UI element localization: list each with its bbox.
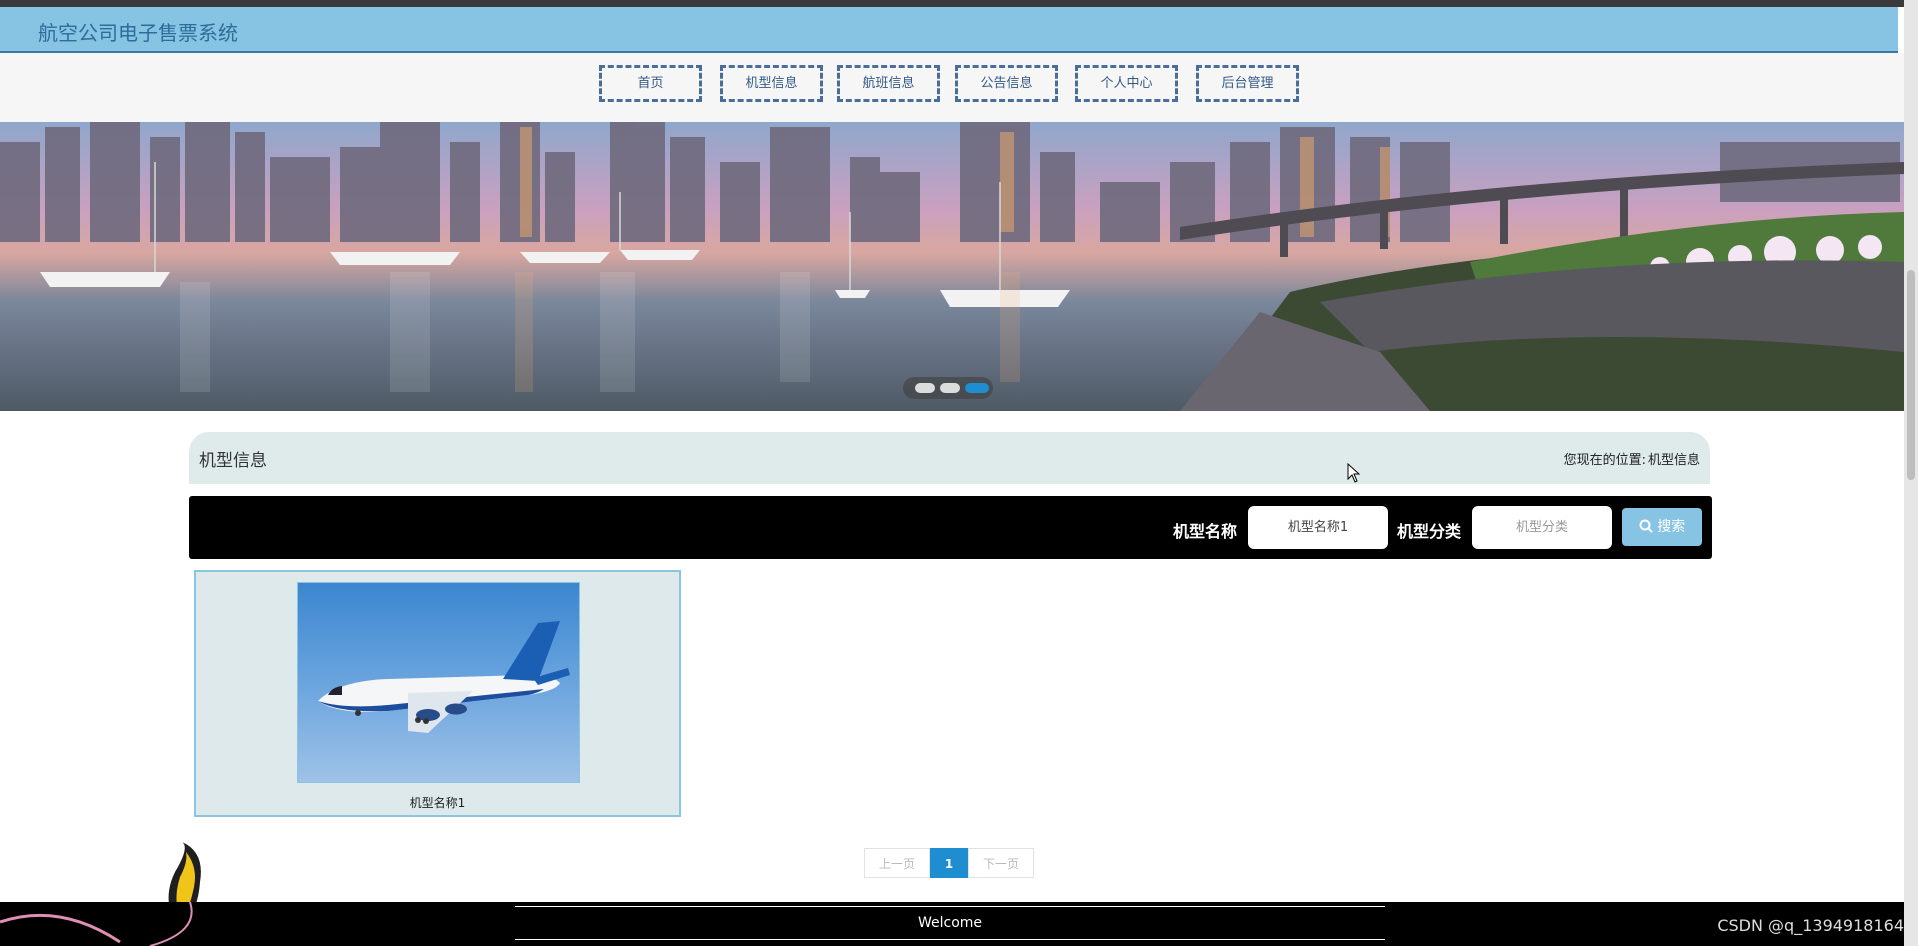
search-icon — [1639, 519, 1653, 533]
carousel-dot-2[interactable] — [940, 383, 960, 393]
nav-item-admin[interactable]: 后台管理 — [1196, 65, 1299, 102]
nav-item-aircraft-info[interactable]: 机型信息 — [720, 65, 823, 102]
carousel-indicators — [903, 377, 993, 399]
airplane-icon — [318, 621, 570, 733]
welcome-text: Welcome — [515, 906, 1385, 940]
page-1-button[interactable]: 1 — [930, 848, 968, 878]
aircraft-name-input[interactable]: 机型名称1 — [1248, 506, 1388, 549]
search-button[interactable]: 搜索 — [1622, 508, 1702, 546]
carousel-dot-1[interactable] — [915, 383, 935, 393]
search-bar: 机型名称 机型名称1 机型分类 机型分类 搜索 — [189, 496, 1712, 559]
airplane-image[interactable] — [297, 582, 580, 783]
next-page-button[interactable]: 下一页 — [968, 848, 1034, 878]
nav-item-flight-info[interactable]: 航班信息 — [837, 65, 940, 102]
breadcrumb-current[interactable]: 机型信息 — [1648, 453, 1700, 468]
top-strip — [0, 0, 1918, 7]
page-scrollbar[interactable] — [1904, 0, 1918, 946]
aircraft-card-name[interactable]: 机型名称1 — [196, 794, 679, 811]
carousel-dot-3-active[interactable] — [965, 383, 989, 393]
aircraft-category-label: 机型分类 — [1397, 522, 1462, 541]
section-title: 机型信息 — [199, 451, 267, 471]
title-bar: 航空公司电子售票系统 — [0, 7, 1898, 53]
banner-image — [0, 122, 1904, 411]
footer: Welcome CSDN @q_1394918164 — [0, 902, 1918, 946]
mouse-cursor-icon — [1347, 462, 1361, 487]
banner-carousel[interactable] — [0, 122, 1904, 411]
breadcrumb-bar: 机型信息 您现在的位置: 机型信息 — [189, 432, 1710, 484]
aircraft-name-label: 机型名称 — [1173, 522, 1238, 541]
site-title: 航空公司电子售票系统 — [38, 21, 238, 45]
nav-item-announcements[interactable]: 公告信息 — [955, 65, 1058, 102]
scrollbar-thumb[interactable] — [1907, 270, 1915, 480]
nav-item-home[interactable]: 首页 — [599, 65, 702, 102]
nav-item-personal-center[interactable]: 个人中心 — [1075, 65, 1178, 102]
breadcrumb-label: 您现在的位置: — [1563, 453, 1646, 468]
search-button-label: 搜索 — [1657, 519, 1686, 535]
aircraft-category-input[interactable]: 机型分类 — [1472, 506, 1612, 549]
aircraft-card[interactable]: 机型名称1 — [194, 570, 681, 817]
csdn-watermark: CSDN @q_1394918164 — [1717, 916, 1904, 935]
nav-bar: 首页 机型信息 航班信息 公告信息 个人中心 后台管理 — [0, 53, 1904, 122]
footer-swirl-decoration — [0, 902, 193, 946]
prev-page-button[interactable]: 上一页 — [864, 848, 930, 878]
breadcrumb: 您现在的位置: 机型信息 — [1562, 449, 1700, 468]
